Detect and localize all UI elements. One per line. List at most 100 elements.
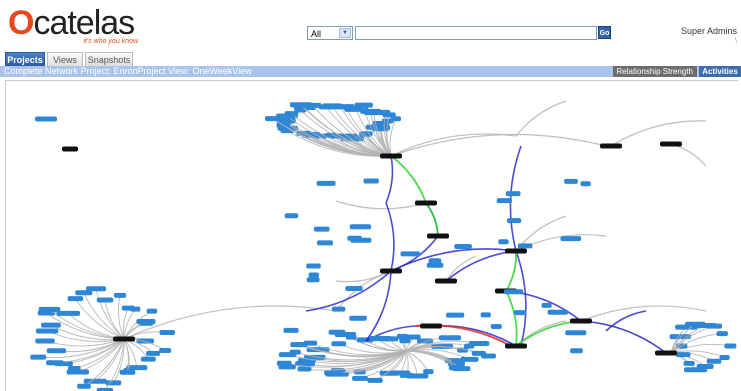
- graph-node[interactable]: [423, 369, 434, 375]
- graph-node[interactable]: [438, 335, 462, 341]
- graph-node[interactable]: [313, 226, 330, 232]
- hub-node[interactable]: [655, 350, 677, 356]
- graph-node[interactable]: [445, 312, 465, 318]
- search-input[interactable]: [355, 26, 597, 40]
- graph-node[interactable]: [354, 102, 373, 108]
- graph-node[interactable]: [498, 239, 509, 245]
- graph-node[interactable]: [363, 178, 379, 184]
- graph-node[interactable]: [363, 110, 384, 116]
- graph-node[interactable]: [471, 350, 486, 356]
- graph-node[interactable]: [454, 244, 472, 250]
- graph-node[interactable]: [400, 251, 420, 257]
- graph-node[interactable]: [35, 328, 59, 334]
- graph-node[interactable]: [417, 338, 434, 344]
- graph-node[interactable]: [503, 289, 524, 295]
- hub-node[interactable]: [505, 343, 527, 349]
- user-sub-link[interactable]: \: [735, 38, 737, 45]
- graph-node[interactable]: [96, 297, 114, 303]
- graph-node[interactable]: [345, 285, 363, 291]
- graph-node[interactable]: [159, 330, 176, 336]
- network-graph[interactable]: [6, 81, 738, 391]
- graph-node[interactable]: [399, 338, 411, 344]
- tab-snapshots[interactable]: Snapshots: [85, 52, 133, 66]
- network-graph-canvas[interactable]: [5, 80, 738, 391]
- graph-node[interactable]: [352, 375, 368, 381]
- graph-node[interactable]: [480, 312, 491, 318]
- hub-node[interactable]: [380, 153, 402, 159]
- graph-node[interactable]: [46, 348, 67, 354]
- graph-node[interactable]: [56, 310, 81, 316]
- graph-node[interactable]: [369, 335, 392, 341]
- graph-node[interactable]: [159, 347, 172, 353]
- hub-node[interactable]: [415, 200, 437, 206]
- tab-projects[interactable]: Projects: [5, 52, 45, 66]
- hub-node[interactable]: [435, 278, 457, 284]
- hub-node[interactable]: [420, 323, 442, 329]
- graph-node[interactable]: [41, 322, 61, 328]
- hub-node[interactable]: [505, 248, 527, 254]
- graph-node[interactable]: [284, 213, 299, 219]
- graph-node[interactable]: [316, 180, 336, 186]
- graph-node[interactable]: [345, 334, 357, 340]
- graph-node[interactable]: [331, 306, 346, 312]
- graph-node[interactable]: [490, 324, 502, 330]
- graph-node[interactable]: [77, 383, 91, 389]
- graph-node[interactable]: [278, 364, 296, 370]
- graph-node[interactable]: [560, 236, 582, 242]
- graph-node[interactable]: [324, 370, 343, 376]
- graph-node[interactable]: [675, 352, 691, 358]
- graph-node[interactable]: [146, 308, 158, 314]
- graph-node[interactable]: [496, 198, 513, 204]
- graph-node[interactable]: [565, 330, 587, 336]
- graph-node[interactable]: [367, 377, 383, 383]
- graph-node[interactable]: [136, 338, 155, 344]
- graph-node[interactable]: [303, 102, 322, 108]
- graph-node[interactable]: [428, 258, 442, 264]
- graph-node[interactable]: [303, 340, 318, 346]
- graph-node[interactable]: [719, 354, 730, 360]
- hub-node[interactable]: [600, 143, 622, 149]
- graph-node[interactable]: [146, 350, 161, 356]
- graph-node[interactable]: [328, 329, 346, 335]
- graph-node[interactable]: [105, 380, 122, 386]
- graph-node[interactable]: [119, 369, 136, 375]
- relationship-strength-button[interactable]: Relationship Strength: [612, 66, 697, 77]
- graph-node[interactable]: [541, 302, 552, 308]
- graph-node[interactable]: [350, 237, 372, 243]
- graph-node[interactable]: [114, 292, 127, 298]
- graph-node[interactable]: [62, 146, 78, 152]
- user-name[interactable]: Super Admins: [681, 26, 737, 36]
- graph-node[interactable]: [85, 286, 107, 292]
- activities-button[interactable]: Activities: [699, 66, 741, 77]
- graph-node[interactable]: [349, 224, 372, 230]
- hub-node[interactable]: [113, 336, 135, 342]
- graph-node[interactable]: [67, 296, 84, 302]
- search-go-button[interactable]: Go: [598, 26, 611, 39]
- graph-node[interactable]: [706, 358, 722, 364]
- graph-node[interactable]: [316, 240, 334, 246]
- graph-node[interactable]: [448, 365, 465, 371]
- graph-node[interactable]: [580, 181, 591, 187]
- graph-node[interactable]: [67, 366, 81, 372]
- graph-node[interactable]: [297, 366, 312, 372]
- graph-node[interactable]: [564, 178, 578, 184]
- graph-node[interactable]: [35, 116, 57, 122]
- graph-node[interactable]: [426, 262, 444, 268]
- graph-node[interactable]: [349, 315, 367, 321]
- graph-node[interactable]: [505, 191, 521, 197]
- graph-node[interactable]: [513, 310, 527, 316]
- graph-node[interactable]: [139, 320, 154, 326]
- graph-node[interactable]: [460, 356, 479, 362]
- hub-node[interactable]: [570, 318, 592, 324]
- graph-node[interactable]: [570, 348, 583, 354]
- graph-node[interactable]: [683, 360, 695, 366]
- graph-node[interactable]: [30, 354, 47, 360]
- graph-node[interactable]: [724, 343, 737, 349]
- graph-node[interactable]: [306, 277, 320, 283]
- tab-views[interactable]: Views: [47, 52, 83, 66]
- graph-node[interactable]: [83, 378, 107, 384]
- graph-node[interactable]: [289, 349, 301, 355]
- graph-node[interactable]: [306, 263, 321, 269]
- catelas-logo[interactable]: Ocatelas it's who you know: [8, 6, 168, 45]
- graph-node[interactable]: [46, 360, 64, 366]
